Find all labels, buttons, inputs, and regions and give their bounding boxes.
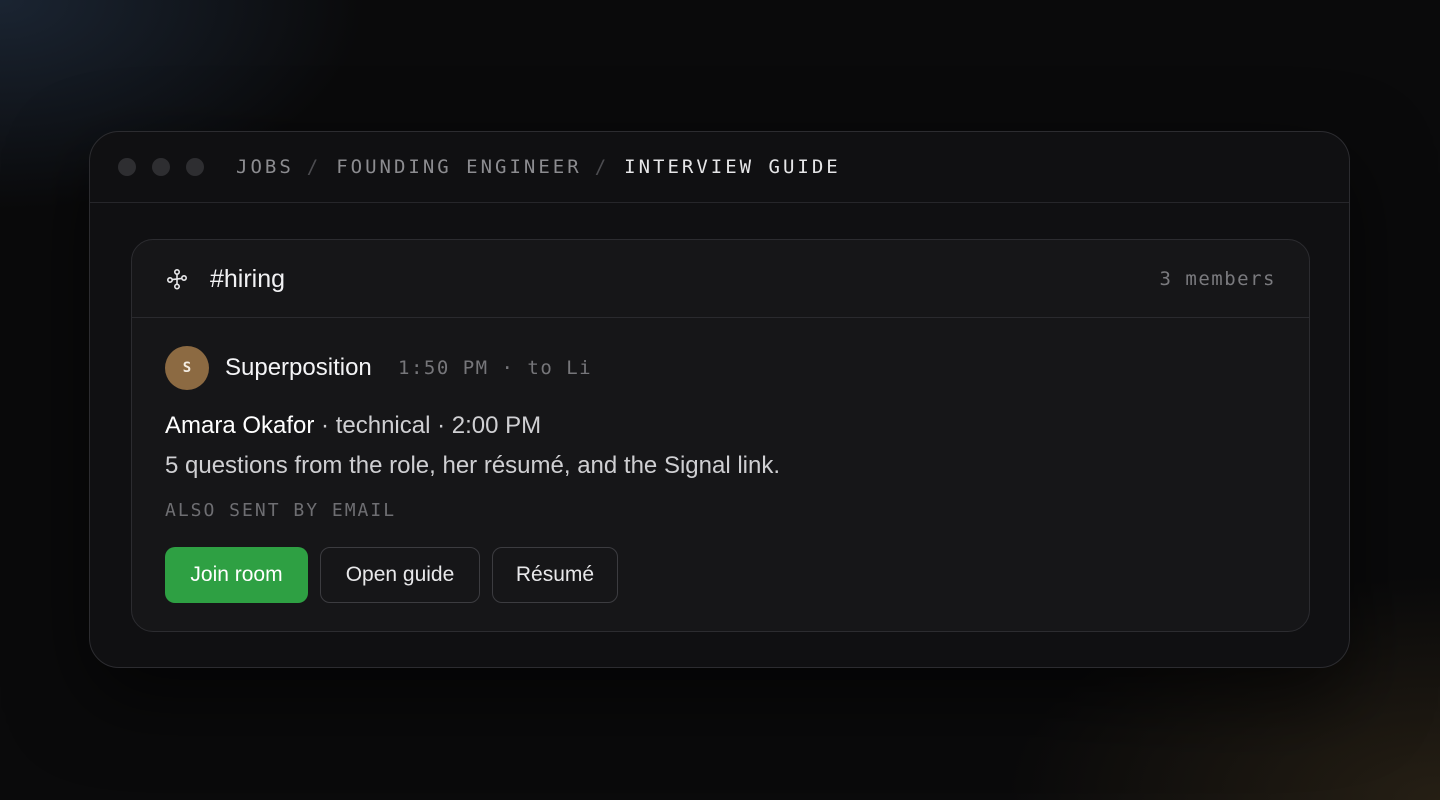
title-bar: JOBS / FOUNDING ENGINEER / INTERVIEW GUI… xyxy=(90,132,1349,203)
breadcrumb-item-founding-engineer[interactable]: FOUNDING ENGINEER xyxy=(336,156,581,178)
member-count[interactable]: 3 members xyxy=(1160,266,1276,292)
breadcrumb-item-interview-guide: INTERVIEW GUIDE xyxy=(624,156,841,178)
window-control-maximize[interactable] xyxy=(186,158,204,176)
channel-name[interactable]: #hiring xyxy=(210,264,285,294)
window-control-minimize[interactable] xyxy=(152,158,170,176)
breadcrumb-item-jobs[interactable]: JOBS xyxy=(236,156,294,178)
breadcrumb: JOBS / FOUNDING ENGINEER / INTERVIEW GUI… xyxy=(236,132,841,202)
message-body: 5 questions from the role, her résumé, a… xyxy=(165,452,780,479)
join-room-button[interactable]: Join room xyxy=(165,547,308,603)
message-card: #hiring 3 members S Superposition 1:50 P… xyxy=(131,239,1310,632)
interview-summary: Amara Okafor · technical · 2:00 PM xyxy=(165,411,541,441)
app-window: JOBS / FOUNDING ENGINEER / INTERVIEW GUI… xyxy=(89,131,1350,668)
resume-button[interactable]: Résumé xyxy=(492,547,618,603)
open-guide-button[interactable]: Open guide xyxy=(320,547,480,603)
email-note: ALSO SENT BY EMAIL xyxy=(165,500,397,521)
sender-name: Superposition xyxy=(225,354,372,381)
message-meta: 1:50 PM · to Li xyxy=(398,357,593,379)
channel-header: #hiring 3 members xyxy=(132,240,1309,318)
breadcrumb-separator: / xyxy=(594,156,610,178)
breadcrumb-separator: / xyxy=(306,156,322,178)
interview-details: · technical · 2:00 PM xyxy=(314,412,542,439)
avatar: S xyxy=(165,346,209,390)
network-icon xyxy=(166,268,187,290)
window-control-close[interactable] xyxy=(118,158,136,176)
candidate-name: Amara Okafor xyxy=(165,412,315,439)
